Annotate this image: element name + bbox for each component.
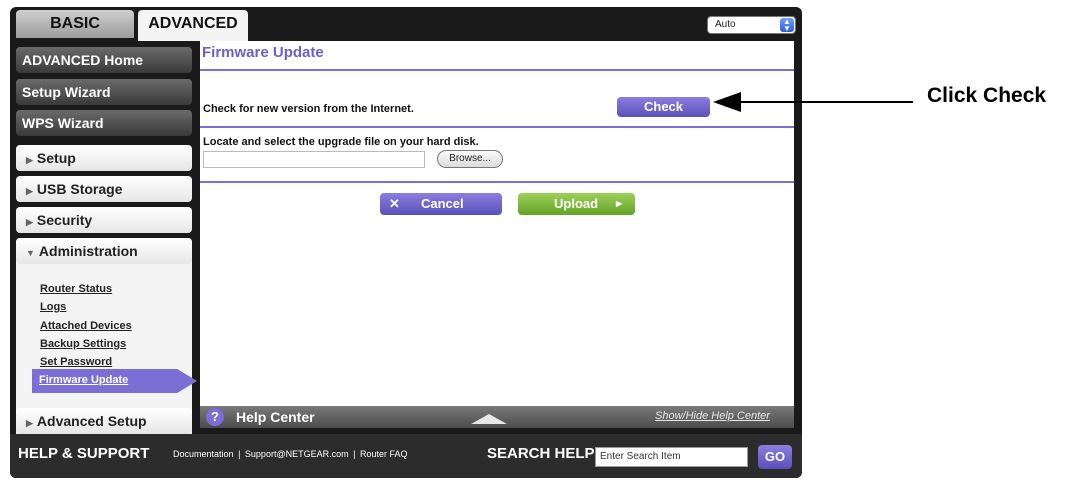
sublink-firmware-update[interactable]: Firmware Update [32, 369, 197, 393]
help-question-icon: ? [206, 408, 224, 426]
sidebar-item-security[interactable]: ▶ Security [16, 207, 192, 233]
sidebar-item-label: Administration [38, 243, 138, 259]
divider [200, 126, 794, 128]
expand-arrow-icon: ▶ [26, 186, 33, 196]
expand-up-icon[interactable] [471, 414, 507, 424]
check-label: Check for new version from the Internet. [203, 103, 414, 115]
sidebar-item-administration[interactable]: ▼ Administration [16, 238, 192, 264]
sublink-attached-devices[interactable]: Attached Devices [40, 320, 132, 332]
sidebar: ADVANCED Home Setup Wizard WPS Wizard ▶ S… [10, 41, 197, 437]
sidebar-item-label: Setup [36, 150, 76, 166]
sidebar-item-advanced-setup[interactable]: ▶ Advanced Setup [16, 408, 192, 434]
main-content: Firmware Update Check for new version fr… [200, 41, 794, 406]
expand-arrow-icon: ▶ [26, 155, 33, 165]
collapse-arrow-icon: ▼ [26, 248, 35, 258]
sidebar-item-label: Advanced Setup [36, 413, 147, 429]
help-center-bar[interactable]: ? Help Center Show/Hide Help Center [200, 406, 794, 428]
sublink-firmware-update-label: Firmware Update [39, 374, 129, 386]
tab-advanced[interactable]: ADVANCED [138, 10, 248, 41]
divider [200, 181, 794, 183]
tab-basic[interactable]: BASIC [16, 10, 134, 38]
documentation-link[interactable]: Documentation [173, 449, 234, 459]
search-help-title: SEARCH HELP [487, 445, 595, 462]
upload-button-label: Upload [554, 196, 599, 211]
play-arrow-icon: ▶ [616, 199, 623, 208]
support-links: Documentation | Support@NETGEAR.com | Ro… [173, 449, 410, 459]
expand-arrow-icon: ▶ [26, 418, 33, 428]
browse-button[interactable]: Browse... [437, 150, 503, 168]
divider [200, 69, 794, 71]
language-select[interactable]: Auto ▲ ▼ [707, 16, 796, 34]
cancel-button[interactable]: ✕ Cancel [380, 193, 502, 215]
sidebar-item-label: Security [36, 212, 93, 228]
callout-text: Click Check [927, 84, 1047, 107]
sidebar-item-usb-storage[interactable]: ▶ USB Storage [16, 176, 192, 202]
help-support-title: HELP & SUPPORT [18, 445, 150, 462]
router-admin-window: BASIC ADVANCED Auto ▲ ▼ ADVANCED Home Set… [10, 7, 802, 478]
select-arrows-icon: ▲ ▼ [780, 18, 794, 33]
callout-arrow-icon [713, 92, 913, 112]
sidebar-item-wps-wizard[interactable]: WPS Wizard [16, 110, 192, 136]
check-button[interactable]: Check [617, 97, 710, 117]
sublink-logs[interactable]: Logs [40, 301, 66, 313]
locate-label: Locate and select the upgrade file on yo… [203, 136, 479, 148]
link-separator: | [238, 449, 241, 459]
sidebar-item-setup-wizard[interactable]: Setup Wizard [16, 79, 192, 105]
upgrade-file-field[interactable] [203, 151, 425, 168]
help-support-bar: HELP & SUPPORT Documentation | Support@N… [10, 434, 802, 478]
link-separator: | [353, 449, 356, 459]
sublink-router-status[interactable]: Router Status [40, 283, 112, 295]
support-email-link[interactable]: Support@NETGEAR.com [245, 449, 349, 459]
search-input[interactable]: Enter Search Item [595, 447, 748, 467]
language-select-value: Auto [715, 19, 736, 30]
help-center-title: Help Center [236, 409, 315, 425]
go-button[interactable]: GO [758, 445, 792, 469]
close-icon: ✕ [389, 196, 400, 211]
expand-arrow-icon: ▶ [26, 217, 33, 227]
sublink-backup-settings[interactable]: Backup Settings [40, 338, 126, 350]
sidebar-item-label: USB Storage [36, 181, 123, 197]
sidebar-item-setup[interactable]: ▶ Setup [16, 145, 192, 171]
show-hide-help-link[interactable]: Show/Hide Help Center [655, 410, 770, 422]
page-title: Firmware Update [202, 44, 324, 61]
cancel-button-label: Cancel [421, 196, 464, 211]
upload-button[interactable]: Upload ▶ [518, 193, 635, 215]
router-faq-link[interactable]: Router FAQ [360, 449, 408, 459]
sublink-set-password[interactable]: Set Password [40, 356, 112, 368]
sidebar-item-advanced-home[interactable]: ADVANCED Home [16, 47, 192, 73]
